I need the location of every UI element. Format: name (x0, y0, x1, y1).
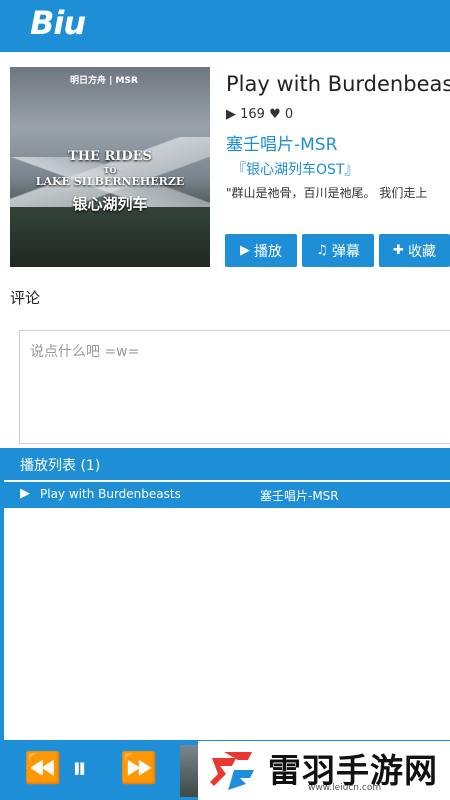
comments-label: 评论 (10, 289, 41, 307)
danmu-button-label: 弹幕 (331, 243, 360, 260)
favorite-button-label: 收藏 (407, 243, 436, 260)
playlist-body (4, 508, 450, 740)
pause-icon[interactable]: ⏸ (72, 754, 87, 784)
next-icon[interactable]: ⏩ (120, 754, 157, 784)
song-stats: ▶ 169 ♥ 0 (226, 107, 293, 122)
playlist-item-title: Play with Burdenbeasts (40, 487, 181, 501)
song-title: Play with Burdenbeasts (226, 72, 450, 96)
play-icon: ▶ (240, 243, 250, 258)
song-description: "群山是祂骨，百川是祂尾。 我们走上 (226, 186, 428, 200)
favorite-button[interactable]: ✚ 收藏 (379, 234, 450, 267)
playlist-header[interactable]: 播放列表 (1) (0, 448, 450, 480)
comment-placeholder: 说点什么吧 =w= (30, 344, 140, 360)
watermark-logo-icon (210, 752, 254, 790)
play-count-icon: ▶ (226, 107, 236, 122)
now-playing-icon: ▶ (20, 486, 30, 501)
like-icon: ♥ (269, 107, 281, 122)
previous-icon[interactable]: ⏪ (24, 754, 61, 784)
top-bar: Biu (0, 0, 450, 52)
cover-title-a: THE RIDES (68, 149, 152, 164)
plus-icon: ✚ (393, 243, 404, 258)
song-album[interactable]: 『银心湖列车OST』 (232, 159, 358, 179)
cover-title-c: LAKE SILBERNEHERZE (35, 175, 185, 188)
playlist-item-artist: 塞壬唱片-MSR (260, 489, 339, 503)
play-count: 169 (240, 107, 265, 122)
like-count: 0 (284, 107, 294, 122)
music-note-icon: ♫ (316, 243, 328, 258)
cover-forest (10, 207, 210, 267)
comment-input[interactable]: 说点什么吧 =w= (19, 330, 450, 444)
playlist-item[interactable]: ▶ Play with Burdenbeasts 塞壬唱片-MSR (4, 482, 450, 508)
app-logo[interactable]: Biu (30, 4, 86, 42)
cover-title-b: TO (103, 165, 117, 175)
cover-brand: 明日方舟 | MSR (70, 76, 138, 86)
danmu-button[interactable]: ♫ 弹幕 (302, 234, 374, 267)
app-root: Biu 明日方舟 | MSR THE RIDES TO LAKE SILBERN… (0, 0, 450, 800)
watermark-url: www.leiucn.com (308, 783, 382, 793)
play-button-label: 播放 (254, 243, 282, 260)
cover-title-d: 银心湖列车 (72, 195, 148, 213)
song-artist[interactable]: 塞壬唱片-MSR (226, 130, 337, 155)
play-button[interactable]: ▶ 播放 (225, 234, 297, 267)
album-cover[interactable]: 明日方舟 | MSR THE RIDES TO LAKE SILBERNEHER… (10, 67, 210, 267)
playlist-title: 播放列表 (1) (20, 458, 101, 474)
